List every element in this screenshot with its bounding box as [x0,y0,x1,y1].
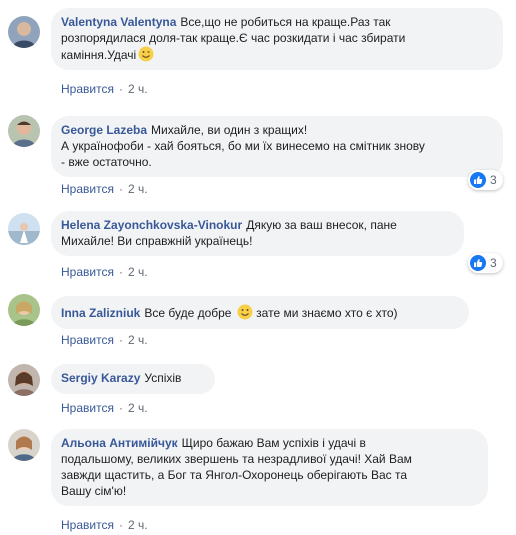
comment-time[interactable]: 2 ч. [128,518,148,532]
separator: · [118,265,123,279]
comment-actions: Нравится · 2 ч. [61,401,148,415]
comment-time[interactable]: 2 ч. [128,182,148,196]
comment-author[interactable]: Valentyna Valentyna [61,15,176,29]
separator: · [118,518,123,532]
comment-bubble: Альона Антимійчук Щиро бажаю Вам успіхів … [51,429,488,506]
like-link[interactable]: Нравится [61,518,114,532]
avatar[interactable] [8,364,40,396]
reaction-count[interactable]: 3 [468,170,503,190]
comment-actions: Нравится · 2 ч. [61,82,148,96]
comment-text-continued: зате ми знаємо хто є хто) [256,306,398,320]
comment-actions: Нравится · 2 ч. [61,182,148,196]
comment-text: Успіхів [144,371,182,385]
comment-actions: Нравится · 2 ч. [61,518,148,532]
wink-emoji-icon [138,46,154,62]
like-link[interactable]: Нравится [61,265,114,279]
like-reaction-icon [470,255,486,271]
reaction-number: 3 [490,256,497,270]
like-link[interactable]: Нравится [61,401,114,415]
separator: · [118,333,123,347]
avatar[interactable] [8,294,40,326]
comment-time[interactable]: 2 ч. [128,401,148,415]
comment-author[interactable]: Sergiy Karazy [61,371,140,385]
comment-time[interactable]: 2 ч. [128,265,148,279]
separator: · [118,182,123,196]
comment-bubble: Sergiy Karazy Успіхів [51,364,215,394]
like-link[interactable]: Нравится [61,182,114,196]
comment-time[interactable]: 2 ч. [128,333,148,347]
comment-author[interactable]: George Lazeba [61,123,147,137]
comment-bubble: George Lazeba Михайле, ви один з кращих! … [51,116,503,177]
like-reaction-icon [470,172,486,188]
avatar[interactable] [8,16,40,48]
reaction-count[interactable]: 3 [468,253,503,273]
like-link[interactable]: Нравится [61,333,114,347]
reaction-number: 3 [490,173,497,187]
avatar[interactable] [8,115,40,147]
smile-emoji-icon [237,304,253,320]
comment-author[interactable]: Альона Антимійчук [61,436,178,450]
separator: · [118,82,123,96]
comment-author[interactable]: Inna Zalizniuk [61,306,140,320]
comment-text: Все буде добре [144,306,232,320]
comment-time[interactable]: 2 ч. [128,82,148,96]
comment-actions: Нравится · 2 ч. [61,265,148,279]
avatar[interactable] [8,213,40,245]
comment-bubble: Helena Zayonchkovska-Vinokur Дякую за ваш… [51,211,464,256]
like-link[interactable]: Нравится [61,82,114,96]
avatar[interactable] [8,429,40,461]
comment-bubble: Valentyna Valentyna Все,що не робиться на… [51,8,503,70]
comment-actions: Нравится · 2 ч. [61,333,148,347]
comment-bubble: Inna Zalizniuk Все буде добре зате ми зна… [51,296,469,329]
comment-author[interactable]: Helena Zayonchkovska-Vinokur [61,218,242,232]
separator: · [118,401,123,415]
